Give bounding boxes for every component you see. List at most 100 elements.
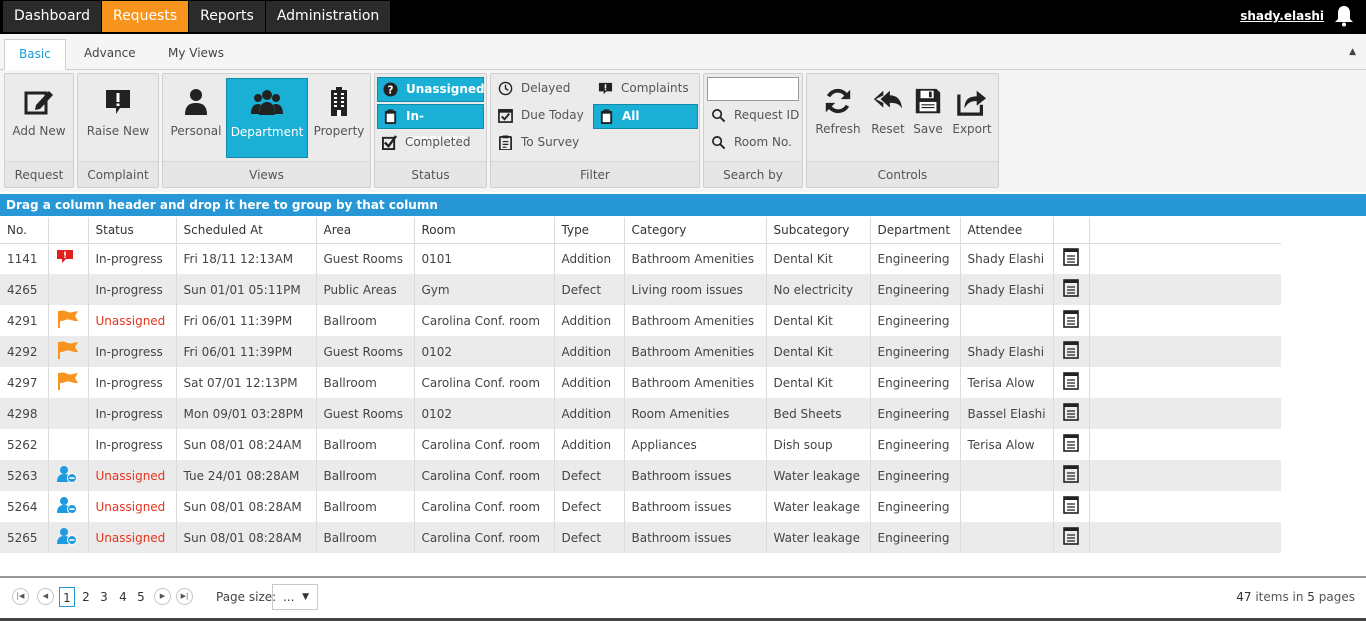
document-icon[interactable] [1062, 341, 1079, 359]
page-size-select[interactable]: ... ▼ [272, 584, 318, 610]
column-header-department[interactable]: Department [870, 217, 961, 244]
tab-basic[interactable]: Basic [4, 39, 66, 70]
save-button[interactable]: Save [909, 78, 947, 158]
column-header-type[interactable]: Type [554, 217, 625, 244]
page-3-link[interactable]: 3 [96, 587, 112, 607]
export-button[interactable]: Export [947, 78, 997, 158]
page-1-link[interactable]: 1 [59, 587, 75, 607]
cell-scheduled: Sun 08/01 08:28AM [176, 491, 317, 522]
tab-my-views[interactable]: My Views [154, 39, 238, 70]
department-view-button[interactable]: Department [226, 78, 308, 158]
cell-filler [1089, 336, 1281, 367]
group-status: ? Unassigned In-progress Completed Statu… [374, 73, 487, 188]
column-header-attendee[interactable]: Attendee [960, 217, 1054, 244]
column-header-actions [1053, 217, 1090, 244]
column-header-subcategory[interactable]: Subcategory [766, 217, 871, 244]
cell-type: Addition [554, 367, 625, 398]
user-menu-link[interactable]: shady.elashi [1240, 9, 1324, 23]
cell-attendee: Shady Elashi [960, 243, 1054, 274]
nav-reports[interactable]: Reports [189, 1, 266, 32]
status-unassigned-button[interactable]: ? Unassigned [377, 77, 485, 102]
survey-clipboard-icon [499, 135, 512, 150]
first-page-icon[interactable]: |◀ [12, 588, 29, 605]
cell-flag [48, 429, 89, 460]
prev-page-icon[interactable]: ◀ [37, 588, 54, 605]
table-row[interactable]: 5263 Unassigned Tue 24/01 08:28AM Ballroom C… [0, 460, 1281, 491]
document-icon[interactable] [1062, 434, 1079, 452]
nav-dashboard[interactable]: Dashboard [3, 1, 102, 32]
group-by-drop-area[interactable]: Drag a column header and drop it here to… [0, 194, 1366, 216]
document-icon[interactable] [1062, 279, 1079, 297]
table-row[interactable]: 5262 In-progress Sun 08/01 08:24AM Ballroom… [0, 429, 1281, 460]
table-row[interactable]: 4298 In-progress Mon 09/01 03:28PM Guest Ro… [0, 398, 1281, 429]
table-row[interactable]: 4291 Unassigned Fri 06/01 11:39PM Ballroom C… [0, 305, 1281, 336]
column-header-no[interactable]: No. [0, 217, 49, 244]
filter-to-survey-button[interactable]: To Survey [493, 131, 591, 156]
bell-icon[interactable] [1334, 5, 1354, 27]
column-header-room[interactable]: Room [414, 217, 555, 244]
page-5-link[interactable]: 5 [133, 587, 149, 607]
add-new-button[interactable]: Add New [7, 78, 71, 158]
document-icon[interactable] [1062, 465, 1079, 483]
cell-area: Guest Rooms [316, 243, 415, 274]
cell-scheduled: Fri 06/01 11:39PM [176, 305, 317, 336]
document-icon[interactable] [1062, 310, 1079, 328]
refresh-button[interactable]: Refresh [810, 78, 866, 158]
personal-label: Personal [170, 124, 222, 138]
table-row[interactable]: 4292 In-progress Fri 06/01 11:39PM Guest Ro… [0, 336, 1281, 367]
collapse-ribbon-icon[interactable]: ▲ [1349, 47, 1356, 57]
document-icon[interactable] [1062, 527, 1079, 545]
cell-department: Engineering [870, 274, 961, 305]
column-header-flag[interactable] [48, 217, 89, 244]
column-header-status[interactable]: Status [88, 217, 177, 244]
cell-attendee: Bassel Elashi [960, 398, 1054, 429]
search-request-id-button[interactable]: Request ID [706, 104, 801, 129]
search-request-id-label: Request ID [734, 108, 800, 122]
column-header-scheduled-at[interactable]: Scheduled At [176, 217, 317, 244]
last-page-icon[interactable]: ▶| [176, 588, 193, 605]
cell-type: Defect [554, 522, 625, 553]
tab-advance[interactable]: Advance [70, 39, 150, 70]
document-icon[interactable] [1062, 248, 1079, 267]
group-complaint: Raise New Complaint [77, 73, 159, 188]
raise-new-button[interactable]: Raise New [80, 78, 156, 158]
filter-all-button[interactable]: All [593, 104, 698, 129]
group-filter-label: Filter [491, 161, 699, 187]
reset-button[interactable]: Reset [867, 78, 909, 158]
complaint-flag-icon [56, 250, 73, 264]
table-row[interactable]: 4297 In-progress Sat 07/01 12:13PM Ballroom… [0, 367, 1281, 398]
cell-no: 5263 [0, 460, 49, 491]
question-circle-icon: ? [383, 82, 398, 97]
filter-complaints-button[interactable]: Complaints [593, 77, 698, 102]
group-users-icon [251, 90, 283, 115]
status-in-progress-button[interactable]: In-progress [377, 104, 484, 146]
filter-due-today-button[interactable]: Due Today [493, 104, 591, 129]
document-icon[interactable] [1062, 496, 1079, 514]
column-header-area[interactable]: Area [316, 217, 415, 244]
table-row[interactable]: 4265 In-progress Sun 01/01 05:11PM Public A… [0, 274, 1281, 305]
page-4-link[interactable]: 4 [115, 587, 131, 607]
search-room-no-button[interactable]: Room No. [706, 131, 801, 156]
table-row[interactable]: 5264 Unassigned Sun 08/01 08:28AM Ballroom C… [0, 491, 1281, 522]
next-page-icon[interactable]: ▶ [154, 588, 171, 605]
filter-delayed-button[interactable]: Delayed [493, 77, 591, 102]
table-row[interactable]: 1141 In-progress Fri 18/11 12:13AM Guest Ro… [0, 243, 1281, 274]
status-completed-button[interactable]: Completed [377, 131, 484, 156]
nav-administration[interactable]: Administration [265, 1, 392, 32]
document-icon[interactable] [1062, 403, 1079, 421]
property-view-button[interactable]: Property [309, 78, 369, 158]
cell-room: 0102 [414, 336, 555, 367]
cell-attendee [960, 522, 1054, 553]
table-row[interactable]: 5265 Unassigned Sun 08/01 08:28AM Ballroom C… [0, 522, 1281, 553]
cell-actions [1053, 367, 1090, 398]
nav-requests[interactable]: Requests [101, 1, 190, 32]
cell-category: Bathroom Amenities [624, 243, 767, 274]
cell-scheduled: Sat 07/01 12:13PM [176, 367, 317, 398]
page-2-link[interactable]: 2 [78, 587, 94, 607]
search-input[interactable] [707, 77, 799, 101]
column-header-category[interactable]: Category [624, 217, 767, 244]
personal-view-button[interactable]: Personal [166, 78, 226, 158]
save-icon [915, 88, 941, 114]
document-icon[interactable] [1062, 372, 1079, 390]
group-controls: Refresh Reset Save Export Controls [806, 73, 999, 188]
